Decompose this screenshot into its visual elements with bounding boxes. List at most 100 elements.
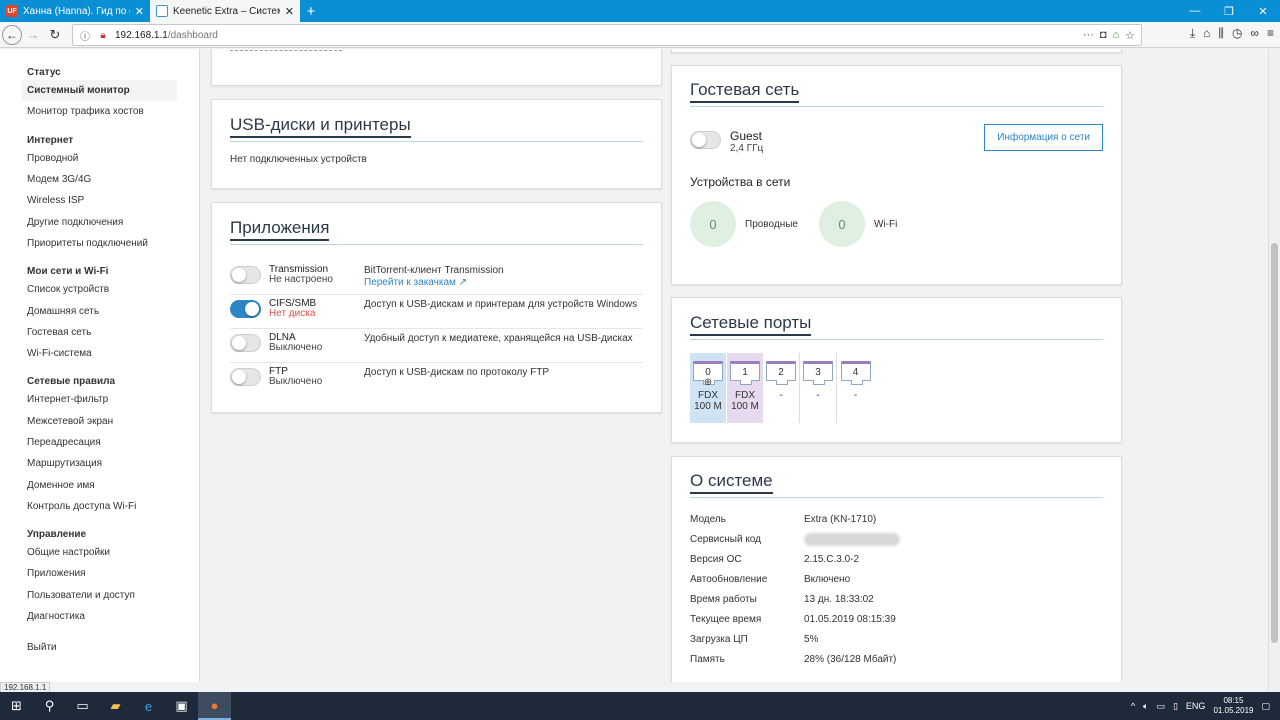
page-scrollbar[interactable] — [1268, 49, 1280, 692]
sidebar-item-port-forwarding[interactable]: Переадресация — [0, 432, 199, 453]
port-2[interactable]: 2 - — [763, 353, 800, 423]
sidebar-item-modem[interactable]: Модем 3G/4G — [0, 169, 199, 190]
insecure-lock-icon[interactable]: 🔒︎ — [97, 29, 109, 41]
language-indicator[interactable]: ENG — [1186, 701, 1206, 711]
info-icon[interactable]: ⓘ — [79, 29, 91, 43]
close-tab-icon[interactable]: ✕ — [285, 5, 294, 18]
url-path: /dashboard — [167, 29, 218, 41]
ftp-toggle[interactable] — [230, 368, 261, 386]
sidebar-item-applications[interactable]: Приложения — [0, 563, 199, 584]
sidebar-item-general-settings[interactable]: Общие настройки — [0, 542, 199, 563]
system-value: 2.15.C.3.0-2 — [804, 553, 860, 565]
minimize-icon[interactable]: — — [1178, 0, 1212, 22]
history-icon[interactable]: ◷ — [1232, 26, 1242, 41]
sidebar-item-firewall[interactable]: Межсетевой экран — [0, 411, 199, 432]
port-number: 1 — [742, 366, 748, 378]
scrollbar-thumb[interactable] — [1271, 243, 1278, 643]
system-key: Модель — [690, 513, 726, 525]
sidebar-group-heading: Сетевые правила — [27, 376, 116, 388]
forward-button[interactable]: → — [22, 24, 44, 46]
page-actions-icon[interactable]: ··· — [1083, 29, 1094, 42]
clock[interactable]: 08:15 01.05.2019 — [1213, 696, 1253, 716]
tab-keenetic[interactable]: Keenetic Extra – Системный м ✕ — [150, 0, 300, 22]
sidebar-group-heading: Мои сети и Wi-Fi — [27, 266, 109, 278]
sidebar-item-priorities[interactable]: Приоритеты подключений — [0, 233, 199, 254]
battery-icon[interactable]: ▯ — [1173, 701, 1178, 712]
title-divider — [690, 497, 1103, 498]
reload-button[interactable]: ↻ — [44, 24, 66, 46]
sidebar-item-wifi-system[interactable]: Wi-Fi-система — [0, 343, 199, 364]
bookmark-star-icon[interactable]: ☆ — [1125, 29, 1135, 42]
sidebar-item-system-monitor[interactable]: Системный монитор — [22, 80, 177, 102]
window-controls: — ❐ ✕ — [1178, 0, 1280, 22]
devices-heading: Устройства в сети — [690, 175, 791, 189]
glasses-icon[interactable]: ∞ — [1250, 26, 1259, 41]
wifi-label: Wi-Fi — [874, 218, 898, 230]
sidebar-item-internet-filter[interactable]: Интернет-фильтр — [0, 389, 199, 410]
network-info-button[interactable]: Информация о сети — [984, 124, 1103, 151]
sidebar-item-users[interactable]: Пользователи и доступ — [0, 585, 199, 606]
chevron-up-icon[interactable]: ^ — [1131, 701, 1135, 711]
sidebar-item-other-connections[interactable]: Другие подключения — [0, 211, 199, 232]
system-row-cpu: Загрузка ЦП 5% — [690, 629, 1103, 649]
sidebar-item-routing[interactable]: Маршрутизация — [0, 453, 199, 474]
sidebar-item-host-traffic[interactable]: Монитор трафика хостов — [0, 101, 199, 122]
firefox-icon[interactable]: ● — [198, 692, 231, 720]
task-view-icon[interactable]: ▭ — [66, 692, 99, 720]
close-tab-icon[interactable]: ✕ — [135, 5, 144, 18]
new-tab-button[interactable]: + — [300, 0, 322, 22]
restore-icon[interactable]: ❐ — [1212, 0, 1246, 22]
port-4[interactable]: 4 - — [837, 353, 874, 423]
cifs-toggle[interactable] — [230, 300, 261, 318]
download-icon[interactable]: ⤓ — [1190, 26, 1195, 41]
usb-card: USB-диски и принтеры Нет подключенных ус… — [211, 99, 662, 189]
address-bar[interactable]: ⓘ 🔒︎ 192.168.1.1 /dashboard ··· ◘ ⌂ ☆ — [72, 24, 1142, 46]
port-jack-icon: 1 — [730, 361, 760, 385]
port-1[interactable]: 1 FDX 100 M — [727, 353, 763, 423]
sidebar-item-diagnostics[interactable]: Диагностика — [0, 606, 199, 627]
sidebar-item-guest-network[interactable]: Гостевая сеть — [0, 322, 199, 343]
app-row-transmission: Transmission Не настроено BitTorrent-кли… — [230, 261, 643, 295]
usb-card-title: USB-диски и принтеры — [230, 115, 411, 138]
sidebar-item-wired[interactable]: Проводной — [0, 148, 199, 169]
keenetic-favicon-icon — [156, 5, 168, 17]
home-icon[interactable]: ⌂ — [1203, 26, 1210, 41]
sidebar-item-wifi-access-control[interactable]: Контроль доступа Wi-Fi — [0, 496, 199, 517]
notifications-icon[interactable]: ▢ — [1261, 701, 1270, 712]
ports-card-title: Сетевые порты — [690, 313, 812, 336]
menu-icon[interactable]: ≡ — [1267, 26, 1274, 41]
tab-hanna[interactable]: UF Ханна (Hanna). Гид по сериа ✕ — [0, 0, 150, 22]
system-row-os-version: Версия ОС 2.15.C.3.0-2 — [690, 549, 1103, 569]
home-icon[interactable]: ⌂ — [1112, 29, 1119, 42]
port-3[interactable]: 3 - — [800, 353, 837, 423]
library-icon[interactable]: ⫼ — [1218, 26, 1224, 41]
sidebar-item-domain-name[interactable]: Доменное имя — [0, 474, 199, 495]
port-number: 4 — [852, 366, 859, 378]
sidebar-item-home-network[interactable]: Домашняя сеть — [0, 300, 199, 321]
close-window-icon[interactable]: ✕ — [1246, 0, 1280, 22]
transmission-toggle[interactable] — [230, 266, 261, 284]
logout-link[interactable]: Выйти — [0, 637, 199, 658]
file-explorer-icon[interactable]: ▰ — [99, 692, 132, 720]
system-value: Extra (KN-1710) — [804, 513, 877, 525]
search-icon[interactable]: ⚲ — [33, 692, 66, 720]
back-button[interactable]: ← — [2, 24, 22, 45]
dlna-toggle[interactable] — [230, 334, 261, 352]
port-0[interactable]: 0 ⊕ FDX 100 M — [690, 353, 726, 423]
sidebar-item-wisp[interactable]: Wireless ISP — [0, 190, 199, 211]
windows-start-icon[interactable]: ⊞ — [0, 692, 33, 720]
downloads-link-text[interactable]: Перейти к закачкам — [364, 277, 456, 288]
app-row-dlna: DLNA Выключено Удобный доступ к медиатек… — [230, 329, 643, 363]
sidebar-item-device-list[interactable]: Список устройств — [0, 279, 199, 300]
network-icon[interactable]: ▭ — [1156, 701, 1165, 712]
pocket-icon[interactable]: ◘ — [1100, 29, 1107, 42]
edge-icon[interactable]: e — [132, 692, 165, 720]
app-description: Доступ к USB-дискам по протоколу FTP — [364, 367, 550, 378]
sidebar-group-heading: Статус — [27, 67, 61, 78]
sidebar-group-heading: Интернет — [27, 134, 74, 146]
guest-network-toggle[interactable] — [690, 131, 721, 149]
card-top-partial — [211, 49, 662, 86]
downloads-link[interactable]: Перейти к закачкам ↗ — [364, 277, 504, 289]
volume-icon[interactable]: 🔈︎ — [1143, 701, 1148, 712]
store-icon[interactable]: ▣ — [165, 692, 198, 720]
